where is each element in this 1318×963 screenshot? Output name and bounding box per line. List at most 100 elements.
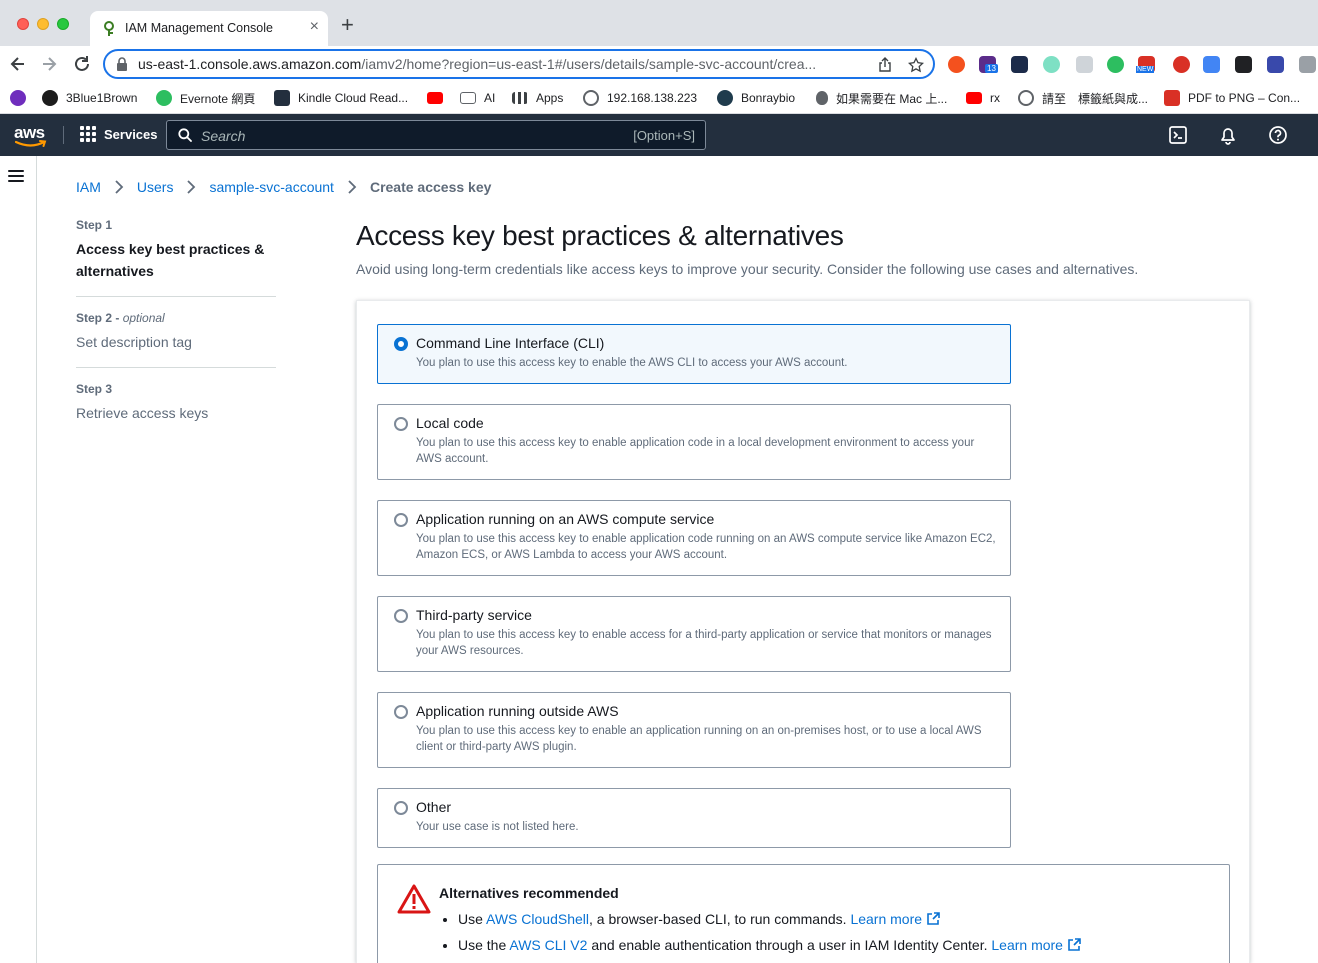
bookmark-item[interactable]: 3Blue1Brown xyxy=(42,89,137,107)
lock-icon[interactable] xyxy=(116,57,128,71)
globe-icon xyxy=(583,90,599,106)
page-title: Access key best practices & alternatives xyxy=(356,220,844,251)
step-title: Access key best practices & alternatives xyxy=(76,241,265,279)
cloudshell-link[interactable]: AWS CloudShell xyxy=(486,911,589,927)
window-minimize-button[interactable] xyxy=(37,18,49,30)
cloudshell-icon[interactable] xyxy=(1168,125,1188,145)
help-icon[interactable] xyxy=(1268,125,1288,145)
option-aws-compute[interactable]: Application running on an AWS compute se… xyxy=(377,500,1011,576)
breadcrumb-iam[interactable]: IAM xyxy=(76,179,101,195)
extension-8-icon[interactable] xyxy=(1173,56,1190,73)
breadcrumb-users[interactable]: Users xyxy=(137,179,174,195)
alternative-item: Use the AWS CLI V2 and enable authentica… xyxy=(458,937,1081,953)
option-description: You plan to use this access key to enabl… xyxy=(416,629,992,657)
hamburger-menu-icon[interactable] xyxy=(8,170,24,182)
url-path: /iamv2/home?region=us-east-1#/users/deta… xyxy=(361,56,817,72)
bookmark-item[interactable]: 請至 xyxy=(1018,89,1066,107)
url-text[interactable]: us-east-1.console.aws.amazon.com/iamv2/h… xyxy=(138,56,868,72)
bookmark-item[interactable]: rx xyxy=(966,89,1000,107)
bookmark-item[interactable]: 如果需要在 Mac 上... xyxy=(816,89,947,107)
option-other[interactable]: Other Your use case is not listed here. xyxy=(377,788,1011,848)
global-search[interactable]: [Option+S] xyxy=(166,120,706,150)
window-zoom-button[interactable] xyxy=(57,18,69,30)
extension-10-icon[interactable] xyxy=(1235,56,1252,73)
bookmark-item[interactable]: 192.168.138.223 xyxy=(583,89,697,107)
extension-react-icon[interactable] xyxy=(1011,56,1028,73)
aws-logo[interactable]: aws xyxy=(14,123,48,147)
radio-button[interactable] xyxy=(394,609,408,623)
tab-title: IAM Management Console xyxy=(125,21,273,35)
bookmark-folder[interactable]: AI xyxy=(460,89,495,107)
extension-1-icon[interactable] xyxy=(948,56,965,73)
search-input[interactable] xyxy=(201,126,621,146)
extension-badge: 13 xyxy=(985,64,998,73)
new-tab-button[interactable]: + xyxy=(341,14,354,36)
extension-11-icon[interactable] xyxy=(1267,56,1284,73)
bookmark-label: PDF to PNG – Con... xyxy=(1188,91,1301,105)
reload-icon[interactable] xyxy=(72,54,92,74)
wizard-step-3[interactable]: Step 3 Retrieve access keys xyxy=(76,382,276,438)
text: , a browser-based CLI, to run commands. xyxy=(589,911,851,927)
url-host: us-east-1.console.aws.amazon.com xyxy=(138,56,362,72)
option-outside-aws[interactable]: Application running outside AWS You plan… xyxy=(377,692,1011,768)
bookmark-app-icon[interactable] xyxy=(10,89,26,107)
browser-tab-iam[interactable]: IAM Management Console × xyxy=(90,11,328,46)
option-cli[interactable]: Command Line Interface (CLI) You plan to… xyxy=(377,324,1011,384)
bookmark-label: AI xyxy=(484,91,496,105)
extension-evernote-icon[interactable] xyxy=(1107,56,1124,73)
search-icon xyxy=(178,128,192,142)
bookmark-label: 請至 xyxy=(1042,91,1067,106)
option-label: Local code xyxy=(416,415,484,431)
learn-more-link[interactable]: Learn more xyxy=(850,911,940,927)
bookmark-item[interactable]: Bonraybio xyxy=(717,89,795,107)
bookmark-item[interactable]: PDF to PNG – Con... xyxy=(1164,89,1300,107)
iam-key-favicon-icon xyxy=(104,21,114,36)
option-label: Application running outside AWS xyxy=(416,703,619,719)
learn-more-link[interactable]: Learn more xyxy=(991,937,1081,953)
nav-divider xyxy=(63,126,64,144)
search-shortcut-hint: [Option+S] xyxy=(633,128,695,143)
option-description: Your use case is not listed here. xyxy=(416,821,579,833)
bookmark-item[interactable]: Evernote 網頁 xyxy=(156,89,255,107)
back-arrow-icon[interactable] xyxy=(8,54,28,74)
bookmark-star-icon[interactable] xyxy=(908,57,924,73)
extension-5-icon[interactable] xyxy=(1076,56,1093,73)
radio-button[interactable] xyxy=(394,801,408,815)
share-icon[interactable] xyxy=(877,57,893,73)
bookmark-youtube[interactable] xyxy=(427,89,443,107)
address-bar[interactable]: us-east-1.console.aws.amazon.com/iamv2/h… xyxy=(103,49,935,79)
option-description: You plan to use this access key to enabl… xyxy=(416,357,848,369)
extension-12-icon[interactable] xyxy=(1299,56,1316,73)
use-case-container: Command Line Interface (CLI) You plan to… xyxy=(356,300,1250,963)
cli-v2-link[interactable]: AWS CLI V2 xyxy=(509,937,587,953)
text: and enable authentication through a user… xyxy=(587,937,992,953)
radio-button[interactable] xyxy=(394,337,408,351)
radio-button[interactable] xyxy=(394,513,408,527)
tab-close-icon[interactable]: × xyxy=(310,19,319,35)
window-close-button[interactable] xyxy=(17,18,29,30)
extension-translate-icon[interactable] xyxy=(1203,56,1220,73)
services-menu-button[interactable]: Services xyxy=(80,126,158,142)
option-local-code[interactable]: Local code You plan to use this access k… xyxy=(377,404,1011,480)
bookmark-apps[interactable]: Apps xyxy=(512,89,563,107)
extension-2-icon[interactable]: 13 xyxy=(979,56,998,73)
option-label: Other xyxy=(416,799,452,815)
forward-arrow-icon[interactable] xyxy=(39,54,59,74)
page-description: Avoid using long-term credentials like a… xyxy=(356,261,1139,277)
wizard-step-2[interactable]: Step 2 - optional Set description tag xyxy=(76,311,276,368)
radio-button[interactable] xyxy=(394,705,408,719)
bookmark-item[interactable]: Kindle Cloud Read... xyxy=(274,89,408,107)
breadcrumb-user[interactable]: sample-svc-account xyxy=(209,179,334,195)
bookmark-item[interactable]: 標籤紙與成... xyxy=(1078,89,1148,107)
bookmark-favicon-icon xyxy=(156,90,172,106)
alternative-item: Use AWS CloudShell, a browser-based CLI,… xyxy=(458,911,1081,927)
side-navigation-rail xyxy=(0,156,37,963)
option-third-party[interactable]: Third-party service You plan to use this… xyxy=(377,596,1011,672)
notifications-bell-icon[interactable] xyxy=(1218,125,1238,145)
radio-button[interactable] xyxy=(394,417,408,431)
step-number: Step 2 - optional xyxy=(76,311,165,325)
extension-4-icon[interactable] xyxy=(1043,56,1060,73)
folder-icon xyxy=(460,92,476,104)
extension-7-icon[interactable]: NEW xyxy=(1136,56,1155,73)
wizard-step-1[interactable]: Step 1 Access key best practices & alter… xyxy=(76,218,276,297)
